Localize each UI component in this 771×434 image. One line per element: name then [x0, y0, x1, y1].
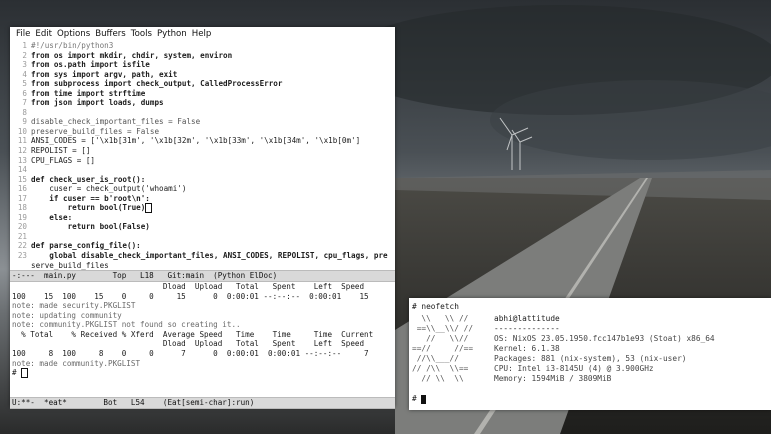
neofetch-separator: --------------	[494, 324, 560, 333]
code-line: 19 else:	[17, 212, 73, 222]
menu-bar: File Edit Options Buffers Tools Python Help	[10, 27, 395, 41]
terminal-cursor	[21, 368, 29, 378]
menu-tools[interactable]: Tools	[131, 29, 152, 39]
terminal-line: Dload Upload Total Spent Left Speed	[12, 282, 365, 292]
menu-python[interactable]: Python	[157, 29, 187, 39]
code-line: 13 CPU_FLAGS = []	[17, 155, 96, 165]
code-line: 1 #!/usr/bin/python3	[22, 41, 114, 50]
code-line: 8	[22, 107, 27, 117]
terminal-line: note: made security.PKGLIST	[12, 301, 136, 311]
nixos-logo-line: // /\\ \\==	[412, 364, 469, 373]
code-editor[interactable]: 1 #!/usr/bin/python3 2 from os import mkdi…	[10, 41, 395, 270]
code-line: 2 from os import mkdir, chdir, system, en…	[22, 50, 233, 60]
code-line: 17 if cuser == b'root\n':	[17, 193, 150, 203]
terminal-line: note: made community.PKGLIST	[12, 358, 141, 368]
menu-help[interactable]: Help	[192, 29, 212, 39]
code-line: 16 cuser = check_output('whoami')	[17, 184, 187, 194]
emacs-window: File Edit Options Buffers Tools Python Help 1 #…	[10, 27, 395, 409]
neofetch-command: # neofetch	[412, 302, 459, 311]
terminal-block-cursor	[421, 394, 427, 404]
terminal-line: note: community.PKGLIST not found so cre…	[12, 320, 241, 330]
terminal-prompt: #	[10, 368, 395, 378]
code-line: 20 return bool(False)	[17, 222, 150, 232]
neofetch-cpu: CPU: Intel i3-8145U (4) @ 3.900GHz	[494, 364, 654, 373]
terminal-line: note: updating community	[12, 310, 122, 320]
nixos-logo-line: // \\//	[412, 334, 469, 343]
terminal-line: 100 15 100 15 0 0 15 0 0:00:01 --:--:-- …	[12, 291, 369, 301]
mode-line-editor: -:--- main.py Top L18 Git:main (Python E…	[10, 270, 395, 283]
nixos-logo-line: ==\\__\\/ //	[412, 324, 474, 333]
code-line: 14	[17, 165, 27, 175]
code-line: 4 from sys import argv, path, exit	[22, 69, 178, 79]
mode-line-terminal: U:**- *eat* Bot L54 (Eat[semi-char]:run)	[10, 396, 395, 409]
neofetch-prompt: #	[412, 394, 427, 404]
menu-file[interactable]: File	[16, 29, 30, 39]
code-line: 22 def parse_config_file():	[17, 241, 141, 251]
code-line-wrapped: serve_build_files	[31, 260, 109, 270]
code-line: 3 from os.path import isfile	[22, 60, 150, 70]
code-line: 9 disable_check_important_files = False	[22, 117, 201, 127]
code-line: 12 REPOLIST = []	[17, 146, 91, 156]
neofetch-terminal-window[interactable]: # neofetch \\ \\ // ==\\__\\/ // // \\//…	[409, 298, 771, 410]
nixos-logo-line: //\\___//	[412, 354, 459, 363]
neofetch-user-host: abhi@lattitude	[494, 314, 560, 323]
eat-terminal[interactable]: Dload Upload Total Spent Left Speed 100 …	[10, 282, 395, 397]
code-line: 15 def check_user_is_root():	[17, 174, 146, 184]
code-line: 23 global disable_check_important_files,…	[17, 251, 388, 261]
terminal-line: Dload Upload Total Spent Left Speed	[12, 339, 365, 349]
code-line: 7 from json import loads, dumps	[22, 98, 164, 108]
nixos-logo-line: // \\ \\	[412, 374, 464, 383]
terminal-line: % Total % Received % Xferd Average Speed…	[12, 329, 374, 339]
neofetch-packages: Packages: 881 (nix-system), 53 (nix-user…	[494, 354, 687, 363]
menu-options[interactable]: Options	[57, 29, 90, 39]
text-cursor	[145, 203, 153, 213]
code-line: 6 from time import strftime	[22, 88, 146, 98]
nixos-logo-line: \\ \\ //	[412, 314, 469, 323]
code-line: 21	[17, 231, 27, 241]
nixos-logo-line: ==// //==	[412, 344, 474, 353]
neofetch-os: OS: NixOS 23.05.1950.fcc147b1e93 (Stoat)…	[494, 334, 715, 343]
code-line: 10 preserve_build_files = False	[17, 126, 160, 136]
code-line-current: 18 return bool(True)	[10, 203, 395, 213]
menu-edit[interactable]: Edit	[35, 29, 52, 39]
code-line: 5 from subprocess import check_output, Ca…	[22, 79, 283, 89]
menu-buffers[interactable]: Buffers	[95, 29, 126, 39]
neofetch-memory: Memory: 1594MiB / 3809MiB	[494, 374, 612, 383]
neofetch-kernel: Kernel: 6.1.38	[494, 344, 560, 353]
code-line: 11 ANSI_CODES = ['\x1b[31m', '\x1b[32m', …	[17, 136, 361, 146]
terminal-line: 100 8 100 8 0 0 7 0 0:00:01 0:00:01 --:-…	[12, 348, 369, 358]
